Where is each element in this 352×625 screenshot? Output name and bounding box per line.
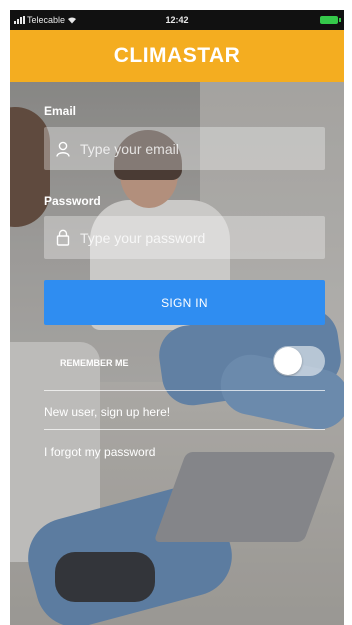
email-field-container[interactable] [44,127,325,170]
remember-me-toggle[interactable] [273,346,325,376]
status-time: 12:42 [165,15,189,25]
phone-screen: Telecable 12:42 CLIMASTAR Email Password [10,10,344,625]
password-field-container[interactable] [44,216,325,259]
brand-logo: CLIMASTAR [113,44,241,67]
app-header: CLIMASTAR [10,30,344,82]
battery-icon [320,16,341,24]
divider-bottom [44,429,325,430]
email-input[interactable] [78,139,312,158]
lock-icon [52,229,74,246]
password-label: Password [44,194,101,208]
forgot-password-link[interactable]: I forgot my password [44,445,155,459]
status-bar: Telecable 12:42 [10,10,344,30]
user-icon [52,141,74,157]
login-form: Email Password SIGN IN REMEMBER ME New u… [10,82,344,625]
remember-me-label: REMEMBER ME [60,358,129,368]
signup-link[interactable]: New user, sign up here! [44,405,170,419]
email-label: Email [44,104,77,118]
divider-top [44,390,325,391]
toggle-knob[interactable] [274,347,302,375]
sign-in-button[interactable]: SIGN IN [44,280,325,325]
password-input[interactable] [78,228,312,247]
